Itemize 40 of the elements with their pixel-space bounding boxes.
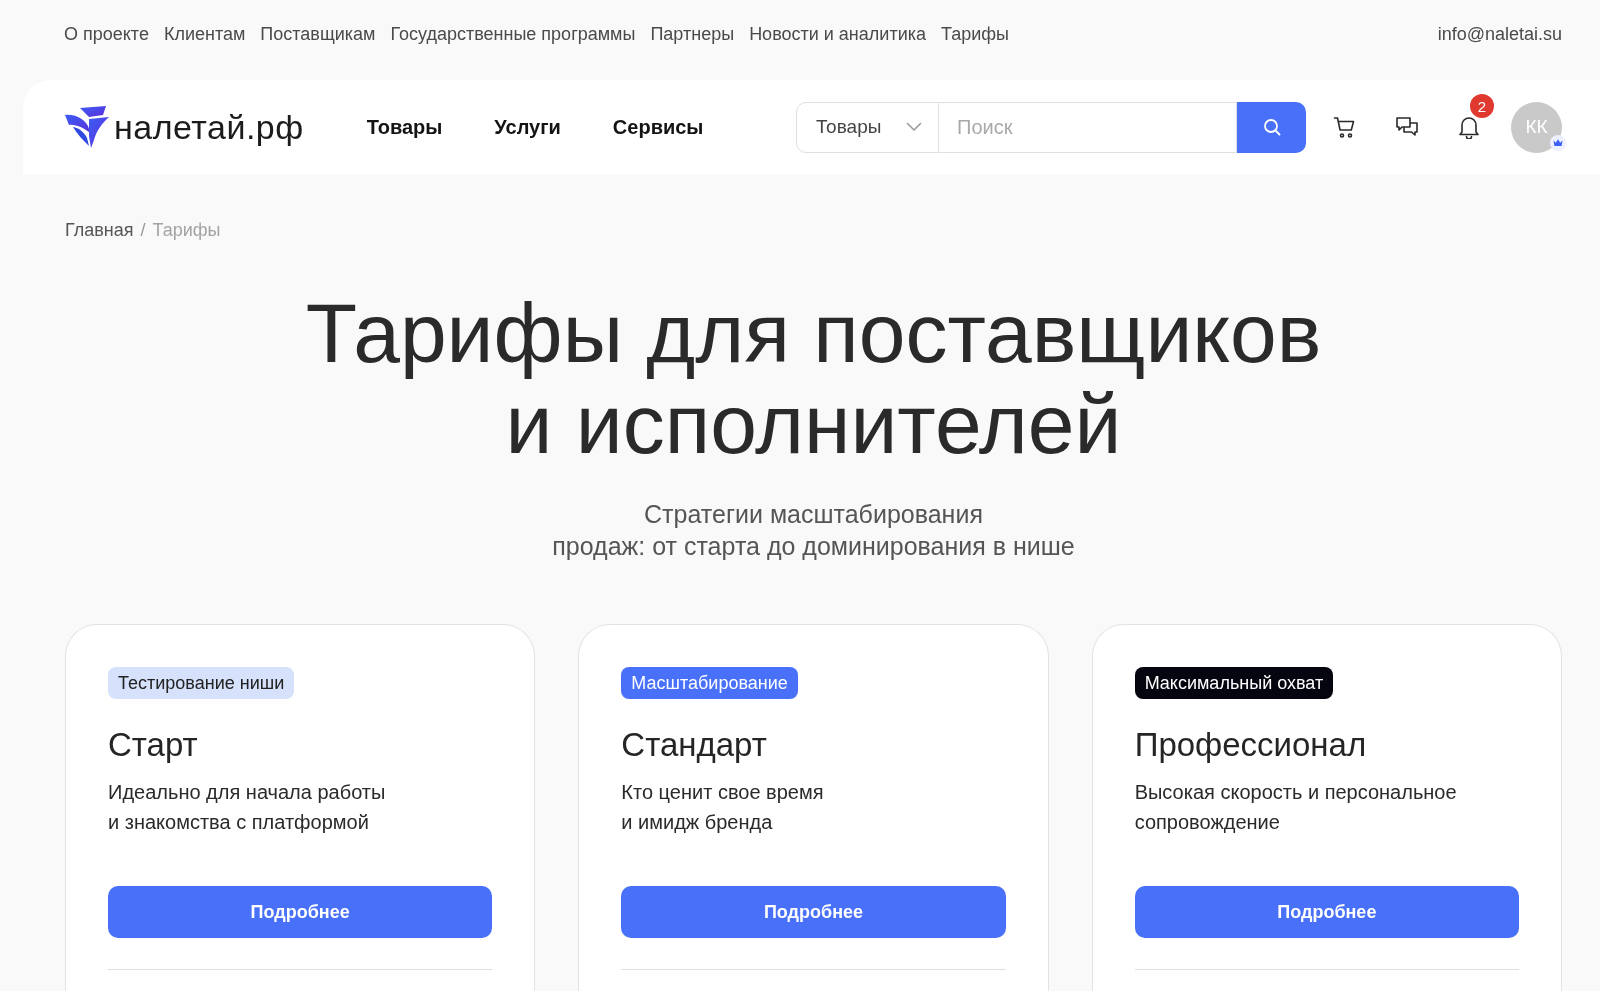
crown-icon [1550, 134, 1566, 151]
plan-description: Высокая скорость и персональное сопровождение [1134, 780, 1458, 835]
breadcrumb-current: Тарифы [152, 219, 221, 242]
nav-link[interactable]: Государственные программы [390, 20, 636, 48]
cart-icon [1333, 115, 1357, 139]
plan-title: Старт [108, 725, 199, 765]
plan-description: Идеально для начала работы и знакомства с платформой [108, 780, 387, 835]
chat-bubbles-icon [1395, 115, 1419, 139]
breadcrumb-separator: / [140, 219, 146, 242]
nav-link[interactable]: Сервисы [612, 112, 704, 142]
notification-count: 2 [1470, 94, 1494, 118]
plan-tag: Максимальный охват [1134, 667, 1334, 699]
nav-link[interactable]: Новости и аналитика [749, 20, 926, 48]
plan-tag: Масштабирование [621, 667, 798, 699]
nav-link[interactable]: Товары [366, 112, 443, 142]
category-dropdown[interactable]: Товары [796, 101, 939, 153]
breadcrumb-link[interactable]: Главная [65, 216, 134, 244]
details-button[interactable]: Подробнее [1134, 886, 1519, 938]
plan-description: Кто ценит свое время и имидж бренда [621, 780, 825, 835]
search-button[interactable] [1237, 101, 1306, 153]
email-link[interactable]: info@naletai.su [1437, 20, 1562, 48]
plan-tag: Тестирование ниши [108, 667, 295, 699]
plan-title: Стандарт [621, 725, 768, 765]
page-title: Тарифы для поставщиков и исполнителей [305, 288, 1322, 470]
logo-icon[interactable] [65, 106, 109, 148]
chevron-down-icon [906, 122, 922, 132]
page-subtitle: Стратегии масштабирования продаж: от старта до доминирования в нише [552, 499, 1075, 562]
nav-link[interactable]: Поставщикам [260, 20, 376, 48]
bell-icon [1458, 115, 1480, 139]
logo-link[interactable]: налетай.рф [65, 106, 304, 148]
nav-link[interactable]: Тарифы [940, 20, 1009, 48]
nav-link[interactable]: О проекте [64, 20, 149, 48]
nav-link[interactable]: Услуги [494, 112, 561, 142]
search-icon [1262, 118, 1281, 136]
details-button[interactable]: Подробнее [108, 886, 493, 938]
details-button[interactable]: Подробнее [621, 886, 1006, 938]
search-field[interactable]: Поиск [939, 101, 1237, 153]
plan-title: Профессионал [1134, 725, 1368, 765]
nav-link[interactable]: Партнеры [650, 20, 735, 48]
nav-link[interactable]: Клиентам [163, 20, 246, 48]
